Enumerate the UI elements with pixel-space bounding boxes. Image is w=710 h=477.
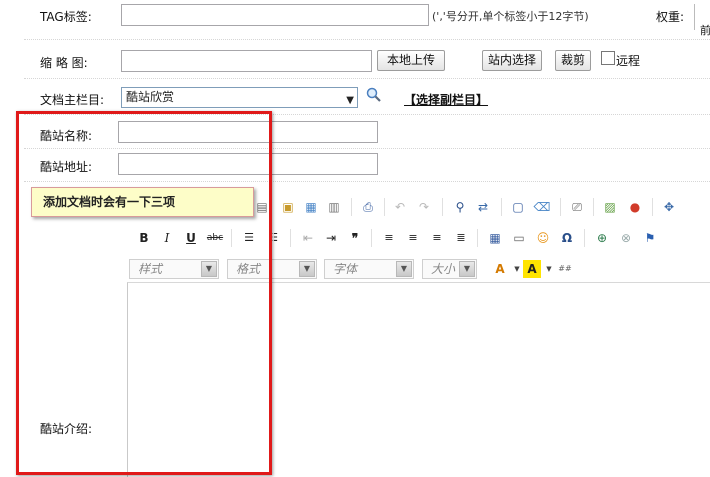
annotation-callout: 添加文档时会有一下三项	[31, 187, 254, 217]
thumb-input[interactable]	[121, 50, 372, 72]
tag-label: TAG标签:	[40, 10, 92, 24]
remote-label: 远程	[616, 54, 641, 68]
select-all-icon[interactable]: ▢	[509, 198, 527, 216]
chevron-down-icon: ▼	[346, 95, 354, 106]
paste-word-icon[interactable]: ▦	[302, 198, 320, 216]
align-justify-icon[interactable]: ≣	[452, 229, 470, 247]
link-icon[interactable]: ⊕	[593, 229, 611, 247]
highlight-color-icon[interactable]: A	[523, 260, 541, 278]
outdent-icon[interactable]: ⇤	[299, 229, 317, 247]
weight-divider	[694, 4, 695, 30]
row-divider	[24, 39, 710, 40]
weight-label: 权重:	[656, 10, 685, 24]
replace-icon[interactable]: ⇄	[474, 198, 492, 216]
find-icon[interactable]: ⚲	[451, 198, 469, 216]
size-combo[interactable]: 大小 ▼	[422, 259, 477, 279]
align-right-icon[interactable]: ≡	[428, 229, 446, 247]
main-column-select[interactable]: 酷站欣赏 ▼	[121, 87, 358, 108]
select-sub-column-link[interactable]: 【选择副栏目】	[404, 91, 488, 108]
align-center-icon[interactable]: ≡	[404, 229, 422, 247]
chevron-down-icon: ▼	[459, 261, 475, 277]
site-select-button[interactable]: 站内选择	[482, 50, 542, 71]
image-icon[interactable]: ▨	[601, 198, 619, 216]
redo-icon[interactable]: ↷	[415, 198, 433, 216]
remote-checkbox[interactable]	[601, 51, 615, 65]
page-break-icon[interactable]: ##	[556, 260, 574, 278]
annotation-highlight-box	[16, 111, 272, 475]
unlink-icon[interactable]: ⊗	[617, 229, 635, 247]
source-icon[interactable]: ✥	[660, 198, 678, 216]
search-icon[interactable]	[365, 86, 383, 104]
print-icon[interactable]: ⎙	[359, 198, 377, 216]
thumb-label: 缩 略 图:	[40, 56, 88, 70]
indent-icon[interactable]: ⇥	[322, 229, 340, 247]
main-column-value: 酷站欣赏	[126, 90, 175, 104]
special-char-icon[interactable]: Ω	[558, 229, 576, 247]
tag-input[interactable]	[121, 4, 429, 26]
chevron-down-icon: ▼	[396, 261, 412, 277]
align-left-icon[interactable]: ≡	[380, 229, 398, 247]
size-combo-label: 大小	[431, 262, 456, 276]
flash-icon[interactable]: ●	[626, 198, 644, 216]
preview-icon[interactable]: ⎚	[568, 198, 586, 216]
print-preview-icon[interactable]: ▥	[325, 198, 343, 216]
blockquote-icon[interactable]: ❞	[346, 229, 364, 247]
table-icon[interactable]: ▦	[486, 229, 504, 247]
font-combo-label: 字体	[333, 262, 358, 276]
horizontal-rule-icon[interactable]: ▭	[510, 229, 528, 247]
chevron-down-icon: ▼	[299, 261, 315, 277]
row-divider	[24, 78, 710, 79]
paste-text-icon[interactable]: ▣	[279, 198, 297, 216]
main-column-label: 文档主栏目:	[40, 93, 105, 107]
local-upload-button[interactable]: 本地上传	[377, 50, 445, 71]
remove-format-icon[interactable]: ⌫	[533, 198, 551, 216]
text-color-icon[interactable]: A	[491, 260, 509, 278]
weight-edge-text: 前	[700, 24, 710, 37]
anchor-flag-icon[interactable]: ⚑	[641, 229, 659, 247]
smiley-icon[interactable]: ☺	[534, 229, 552, 247]
undo-icon[interactable]: ↶	[391, 198, 409, 216]
tag-hint: (','号分开,单个标签小于12字节)	[432, 10, 589, 23]
crop-button[interactable]: 裁剪	[555, 50, 591, 71]
font-combo[interactable]: 字体 ▼	[324, 259, 414, 279]
